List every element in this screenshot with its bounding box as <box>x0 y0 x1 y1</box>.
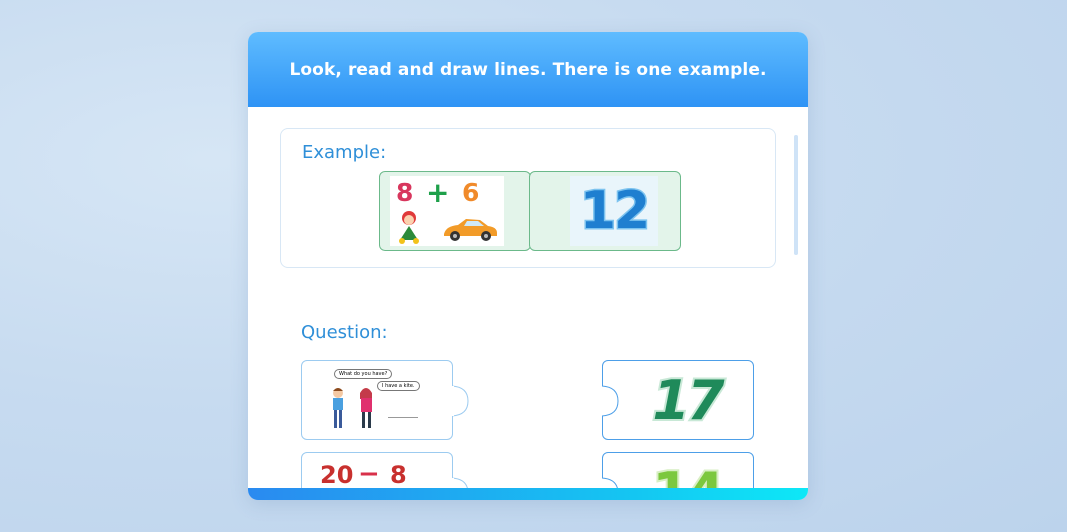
question-2-operand-a: 20 <box>320 461 354 488</box>
answer-line <box>388 417 418 418</box>
answer-image-17: 17 <box>643 365 731 435</box>
answer-14: 14 <box>650 459 726 489</box>
example-answer: 12 <box>578 180 651 243</box>
question-2-left-piece[interactable]: 20 − 8 <box>301 452 468 488</box>
doll-icon <box>399 211 419 244</box>
scrollbar-thumb[interactable] <box>794 135 798 255</box>
card-header: Look, read and draw lines. There is one … <box>248 32 808 107</box>
example-answer-image: 12 <box>570 176 658 246</box>
children-icon <box>333 388 372 428</box>
example-picture: 8 + 6 <box>390 176 504 246</box>
example-operand-a: 8 <box>396 178 414 207</box>
car-icon <box>444 219 497 241</box>
question-1-right-piece[interactable]: 17 <box>602 360 754 440</box>
scrollbar[interactable] <box>794 135 798 255</box>
question-1-left-piece[interactable]: What do you have? I have a kite. <box>301 360 469 440</box>
answer-17: 17 <box>650 367 726 434</box>
example-box: Example: 8 + 6 12 <box>280 128 776 268</box>
dialogue-picture: What do you have? I have a kite. <box>322 367 422 437</box>
card-body: Example: 8 + 6 12 Question: What do you … <box>248 107 808 488</box>
speech-bubble-1: What do you have? <box>334 369 393 379</box>
example-right-piece: 12 <box>529 171 681 251</box>
puzzle-tab <box>452 385 469 417</box>
puzzle-slot <box>602 385 619 417</box>
question-2-operator: − <box>358 459 380 488</box>
footer-bar <box>248 488 808 500</box>
question-2-operand-b: 8 <box>390 461 407 488</box>
question-2-right-piece[interactable]: 14 <box>602 452 754 488</box>
example-operator: + <box>426 176 450 209</box>
instruction-title: Look, read and draw lines. There is one … <box>289 59 767 80</box>
example-operand-b: 6 <box>462 178 480 207</box>
exercise-card: Look, read and draw lines. There is one … <box>248 32 808 500</box>
puzzle-slot <box>602 477 618 488</box>
example-left-piece: 8 + 6 <box>379 171 547 251</box>
example-label: Example: <box>302 142 387 163</box>
puzzle-tab <box>452 477 468 488</box>
question-label: Question: <box>301 322 388 343</box>
answer-image-14: 14 <box>643 457 731 489</box>
subtraction-picture: 20 − 8 <box>320 459 430 488</box>
